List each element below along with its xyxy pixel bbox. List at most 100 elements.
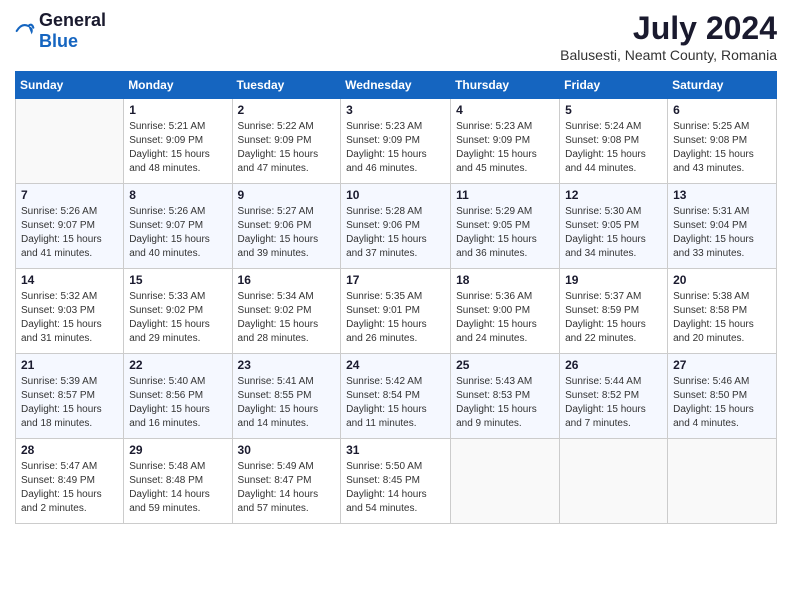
day-cell: 24 Sunrise: 5:42 AMSunset: 8:54 PMDayligh… <box>341 354 451 439</box>
day-number: 31 <box>346 443 445 457</box>
day-number: 3 <box>346 103 445 117</box>
day-cell: 26Sunrise: 5:44 AMSunset: 8:52 PMDayligh… <box>560 354 668 439</box>
day-cell: 29Sunrise: 5:48 AMSunset: 8:48 PMDayligh… <box>124 439 232 524</box>
day-cell: 12 Sunrise: 5:30 AMSunset: 9:05 PMDayligh… <box>560 184 668 269</box>
week-row-1: 1 Sunrise: 5:21 AMSunset: 9:09 PMDaylight… <box>16 99 777 184</box>
day-number: 2 <box>238 103 336 117</box>
day-info: Sunrise: 5:40 AMSunset: 8:56 PMDaylight:… <box>129 375 226 431</box>
day-cell: 30 Sunrise: 5:49 AMSunset: 8:47 PMDayligh… <box>232 439 341 524</box>
location-text: Balusesti, Neamt County, Romania <box>560 47 777 63</box>
day-cell: 19 Sunrise: 5:37 AMSunset: 8:59 PMDayligh… <box>560 269 668 354</box>
logo: General Blue <box>15 10 106 52</box>
day-cell: 11 Sunrise: 5:29 AMSunset: 9:05 PMDayligh… <box>451 184 560 269</box>
day-info: Sunrise: 5:34 AMSunset: 9:02 PMDaylight:… <box>238 290 336 346</box>
day-cell: 21 Sunrise: 5:39 AMSunset: 8:57 PMDayligh… <box>16 354 124 439</box>
day-cell: 27 Sunrise: 5:46 AMSunset: 8:50 PMDayligh… <box>668 354 777 439</box>
day-cell: 6 Sunrise: 5:25 AMSunset: 9:08 PMDaylight… <box>668 99 777 184</box>
day-info: Sunrise: 5:43 AMSunset: 8:53 PMDaylight:… <box>456 375 554 431</box>
day-cell: 14Sunrise: 5:32 AMSunset: 9:03 PMDayligh… <box>16 269 124 354</box>
day-number: 22 <box>129 358 226 372</box>
day-number: 17 <box>346 273 445 287</box>
day-number: 10 <box>346 188 445 202</box>
day-info: Sunrise: 5:30 AMSunset: 9:05 PMDaylight:… <box>565 205 662 261</box>
calendar-body: 1 Sunrise: 5:21 AMSunset: 9:09 PMDaylight… <box>16 99 777 524</box>
day-number: 1 <box>129 103 226 117</box>
calendar-table: SundayMondayTuesdayWednesdayThursdayFrid… <box>15 71 777 524</box>
day-cell: 9 Sunrise: 5:27 AMSunset: 9:06 PMDaylight… <box>232 184 341 269</box>
day-info: Sunrise: 5:33 AMSunset: 9:02 PMDaylight:… <box>129 290 226 346</box>
day-number: 9 <box>238 188 336 202</box>
day-cell: 25 Sunrise: 5:43 AMSunset: 8:53 PMDayligh… <box>451 354 560 439</box>
day-info: Sunrise: 5:37 AMSunset: 8:59 PMDaylight:… <box>565 290 662 346</box>
day-number: 13 <box>673 188 771 202</box>
page-header: General Blue July 2024 Balusesti, Neamt … <box>15 10 777 63</box>
col-header-saturday: Saturday <box>668 72 777 99</box>
day-number: 27 <box>673 358 771 372</box>
day-cell: 3 Sunrise: 5:23 AMSunset: 9:09 PMDaylight… <box>341 99 451 184</box>
day-info: Sunrise: 5:27 AMSunset: 9:06 PMDaylight:… <box>238 205 336 261</box>
day-number: 5 <box>565 103 662 117</box>
day-info: Sunrise: 5:36 AMSunset: 9:00 PMDaylight:… <box>456 290 554 346</box>
day-info: Sunrise: 5:22 AMSunset: 9:09 PMDaylight:… <box>238 120 336 176</box>
col-header-tuesday: Tuesday <box>232 72 341 99</box>
day-info: Sunrise: 5:41 AMSunset: 8:55 PMDaylight:… <box>238 375 336 431</box>
day-cell: 1 Sunrise: 5:21 AMSunset: 9:09 PMDaylight… <box>124 99 232 184</box>
logo-general: General <box>39 10 106 30</box>
day-cell: 20Sunrise: 5:38 AMSunset: 8:58 PMDayligh… <box>668 269 777 354</box>
day-info: Sunrise: 5:24 AMSunset: 9:08 PMDaylight:… <box>565 120 662 176</box>
day-info: Sunrise: 5:39 AMSunset: 8:57 PMDaylight:… <box>21 375 118 431</box>
day-cell: 17 Sunrise: 5:35 AMSunset: 9:01 PMDayligh… <box>341 269 451 354</box>
day-number: 25 <box>456 358 554 372</box>
day-cell: 16 Sunrise: 5:34 AMSunset: 9:02 PMDayligh… <box>232 269 341 354</box>
day-number: 28 <box>21 443 118 457</box>
day-info: Sunrise: 5:38 AMSunset: 8:58 PMDaylight:… <box>673 290 771 346</box>
day-cell: 2 Sunrise: 5:22 AMSunset: 9:09 PMDaylight… <box>232 99 341 184</box>
header-row: SundayMondayTuesdayWednesdayThursdayFrid… <box>16 72 777 99</box>
day-info: Sunrise: 5:47 AMSunset: 8:49 PMDaylight:… <box>21 460 118 516</box>
logo-blue: Blue <box>39 31 78 51</box>
day-cell: 5 Sunrise: 5:24 AMSunset: 9:08 PMDaylight… <box>560 99 668 184</box>
day-number: 4 <box>456 103 554 117</box>
day-info: Sunrise: 5:23 AMSunset: 9:09 PMDaylight:… <box>346 120 445 176</box>
day-cell: 13Sunrise: 5:31 AMSunset: 9:04 PMDayligh… <box>668 184 777 269</box>
day-cell: 18 Sunrise: 5:36 AMSunset: 9:00 PMDayligh… <box>451 269 560 354</box>
day-cell: 31Sunrise: 5:50 AMSunset: 8:45 PMDayligh… <box>341 439 451 524</box>
day-number: 12 <box>565 188 662 202</box>
day-number: 11 <box>456 188 554 202</box>
day-number: 8 <box>129 188 226 202</box>
day-info: Sunrise: 5:23 AMSunset: 9:09 PMDaylight:… <box>456 120 554 176</box>
week-row-4: 21 Sunrise: 5:39 AMSunset: 8:57 PMDayligh… <box>16 354 777 439</box>
day-number: 21 <box>21 358 118 372</box>
day-info: Sunrise: 5:35 AMSunset: 9:01 PMDaylight:… <box>346 290 445 346</box>
day-number: 18 <box>456 273 554 287</box>
day-cell: 22 Sunrise: 5:40 AMSunset: 8:56 PMDayligh… <box>124 354 232 439</box>
calendar-header: SundayMondayTuesdayWednesdayThursdayFrid… <box>16 72 777 99</box>
week-row-2: 7 Sunrise: 5:26 AMSunset: 9:07 PMDaylight… <box>16 184 777 269</box>
day-number: 19 <box>565 273 662 287</box>
day-number: 7 <box>21 188 118 202</box>
day-info: Sunrise: 5:46 AMSunset: 8:50 PMDaylight:… <box>673 375 771 431</box>
day-number: 6 <box>673 103 771 117</box>
day-number: 23 <box>238 358 336 372</box>
day-info: Sunrise: 5:49 AMSunset: 8:47 PMDaylight:… <box>238 460 336 516</box>
col-header-monday: Monday <box>124 72 232 99</box>
col-header-thursday: Thursday <box>451 72 560 99</box>
day-info: Sunrise: 5:42 AMSunset: 8:54 PMDaylight:… <box>346 375 445 431</box>
day-info: Sunrise: 5:25 AMSunset: 9:08 PMDaylight:… <box>673 120 771 176</box>
week-row-3: 14Sunrise: 5:32 AMSunset: 9:03 PMDayligh… <box>16 269 777 354</box>
day-number: 16 <box>238 273 336 287</box>
day-number: 14 <box>21 273 118 287</box>
day-cell: 4 Sunrise: 5:23 AMSunset: 9:09 PMDaylight… <box>451 99 560 184</box>
day-info: Sunrise: 5:26 AMSunset: 9:07 PMDaylight:… <box>21 205 118 261</box>
day-number: 24 <box>346 358 445 372</box>
logo-text: General Blue <box>39 10 106 52</box>
day-info: Sunrise: 5:21 AMSunset: 9:09 PMDaylight:… <box>129 120 226 176</box>
col-header-sunday: Sunday <box>16 72 124 99</box>
day-cell: 8Sunrise: 5:26 AMSunset: 9:07 PMDaylight… <box>124 184 232 269</box>
day-number: 29 <box>129 443 226 457</box>
day-cell <box>451 439 560 524</box>
day-cell: 23 Sunrise: 5:41 AMSunset: 8:55 PMDayligh… <box>232 354 341 439</box>
day-number: 30 <box>238 443 336 457</box>
day-cell: 15Sunrise: 5:33 AMSunset: 9:02 PMDayligh… <box>124 269 232 354</box>
day-info: Sunrise: 5:29 AMSunset: 9:05 PMDaylight:… <box>456 205 554 261</box>
